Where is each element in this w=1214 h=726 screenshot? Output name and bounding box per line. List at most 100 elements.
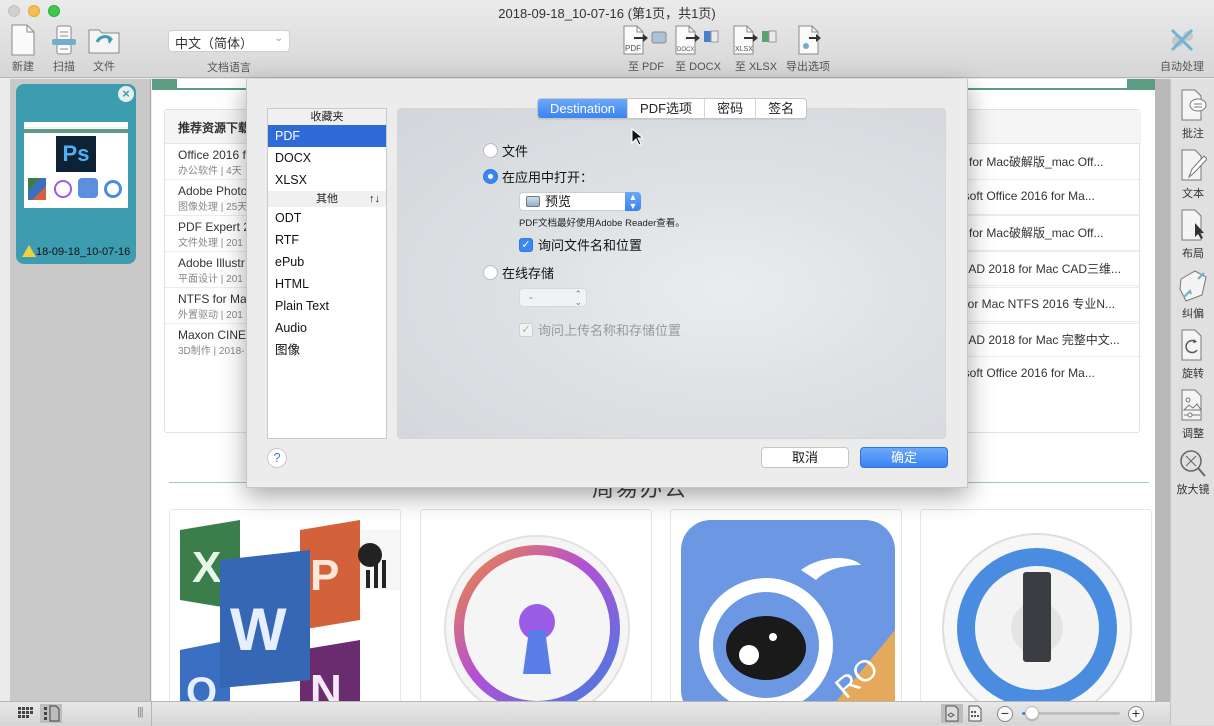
radio-online-label: 在线存储: [502, 266, 555, 281]
format-item-image[interactable]: 图像: [268, 339, 386, 361]
zoom-slider[interactable]: [1022, 706, 1120, 720]
tab-password[interactable]: 密码: [704, 99, 755, 118]
tab-pdf-options[interactable]: PDF选项: [627, 99, 704, 118]
app-select[interactable]: 预览 ▲ ▼: [519, 192, 641, 211]
grid-view-icon: [18, 707, 33, 718]
office-suite-icon: X P O N W: [180, 520, 400, 701]
radio-button[interactable]: [483, 143, 498, 158]
format-item-pdf[interactable]: PDF: [268, 125, 386, 147]
remove-page-icon[interactable]: ×: [118, 86, 134, 102]
deskew-icon: [1179, 270, 1207, 302]
text-view-button[interactable]: [964, 704, 986, 723]
list-item[interactable]: S for Mac NTFS 2016 专业N...: [945, 286, 1141, 322]
zoom-in-button[interactable]: +: [1128, 706, 1144, 722]
ask-filename-checkbox[interactable]: ✓ 询问文件名和位置: [519, 235, 642, 254]
radio-open-in-app[interactable]: 在应用中打开：: [483, 167, 593, 186]
favorites-header: 收藏夹: [268, 109, 386, 125]
file-button[interactable]: 文件: [88, 24, 120, 74]
radio-open-in-app-label: 在应用中打开：: [502, 170, 594, 185]
new-document-icon: [11, 24, 35, 56]
page-list-view-button[interactable]: [40, 704, 62, 723]
toolbar: 2018-09-18_10-07-16 (第1页，共1页) 新建 扫描 文件 中…: [0, 0, 1214, 78]
list-item[interactable]: rosoft Office 2016 for Ma...: [945, 180, 1141, 215]
radio-file[interactable]: 文件: [483, 141, 528, 160]
page-thumbnail[interactable]: × Ps 18-09-18_10-07-16: [16, 84, 136, 264]
export-pdf-button[interactable]: PDF 至 PDF: [622, 24, 670, 74]
list-item[interactable]: ce for Mac破解版_mac Off...: [945, 144, 1141, 180]
format-item-rtf[interactable]: RTF: [268, 229, 386, 251]
zoom-slider-knob[interactable]: [1024, 706, 1039, 720]
keyhole-app-icon: [444, 535, 630, 701]
magnifier-tool[interactable]: 放大镜: [1171, 449, 1214, 497]
svg-text:DOCX: DOCX: [677, 47, 694, 53]
list-item[interactable]: rosoft Office 2016 for Ma...: [945, 357, 1141, 393]
svg-text:PDF: PDF: [625, 44, 641, 53]
export-xlsx-button[interactable]: XLSX 至 XLSX: [732, 24, 780, 74]
export-pdf-label: 至 PDF: [627, 61, 665, 73]
chevron-down-icon: ⌄: [274, 33, 283, 44]
svg-text:XLSX: XLSX: [735, 46, 753, 53]
language-caption: 文档语言: [207, 62, 251, 74]
export-settings-dialog: 收藏夹 PDF DOCX XLSX 其他 ↑↓ ODT RTF ePub HTML…: [246, 79, 968, 488]
radio-file-label: 文件: [502, 144, 529, 159]
text-tool[interactable]: 文本: [1171, 149, 1214, 201]
format-item-html[interactable]: HTML: [268, 273, 386, 295]
app-window: 2018-09-18_10-07-16 (第1页，共1页) 新建 扫描 文件 中…: [0, 0, 1214, 726]
scan-button[interactable]: 扫描: [50, 24, 78, 74]
app-card-1password[interactable]: [920, 509, 1152, 701]
list-item[interactable]: oCAD 2018 for Mac CAD三维...: [945, 251, 1141, 286]
annotate-tool[interactable]: 批注: [1171, 89, 1214, 141]
image-view-button[interactable]: [941, 704, 963, 723]
checkbox-checked-icon[interactable]: ✓: [519, 237, 533, 252]
radio-online-storage[interactable]: 在线存储: [483, 263, 554, 282]
radio-button[interactable]: [483, 265, 498, 280]
grid-view-button[interactable]: [14, 704, 36, 723]
export-options-icon: [798, 25, 821, 55]
auto-process-button[interactable]: 自动处理: [1160, 24, 1204, 74]
svg-text:W: W: [230, 596, 287, 663]
magnifier-icon: [1180, 450, 1206, 477]
app-card-keyhole[interactable]: [420, 509, 652, 701]
ask-upload-label: 询问上传名称和存储位置: [538, 323, 682, 338]
mouse-cursor-icon: [631, 128, 643, 146]
ask-upload-checkbox: ✓ 询问上传名称和存储位置: [519, 320, 681, 339]
page-thumbnail-image: Ps: [24, 122, 128, 208]
tab-signature[interactable]: 签名: [755, 99, 806, 118]
page-list-view-icon: [44, 705, 60, 722]
export-docx-button[interactable]: DOCX 至 DOCX: [674, 24, 722, 74]
zoom-out-button[interactable]: −: [997, 706, 1013, 722]
sort-icon[interactable]: ↑↓: [369, 191, 380, 207]
new-label: 新建: [12, 61, 34, 73]
preview-app-icon: [526, 196, 540, 207]
export-xlsx-label: 至 XLSX: [734, 61, 778, 73]
format-item-plain-text[interactable]: Plain Text: [268, 295, 386, 317]
new-button[interactable]: 新建: [10, 24, 36, 74]
list-item[interactable]: ce for Mac破解版_mac Off...: [945, 215, 1141, 251]
status-bar: ||| − +: [0, 701, 1170, 726]
format-item-docx[interactable]: DOCX: [268, 147, 386, 169]
layout-tool[interactable]: 布局: [1171, 209, 1214, 261]
svg-text:X: X: [192, 543, 221, 592]
sidebar-resize-handle[interactable]: |||: [137, 706, 144, 718]
tab-destination[interactable]: Destination: [538, 99, 628, 118]
app-card-itools[interactable]: RO: [670, 509, 902, 701]
format-item-audio[interactable]: Audio: [268, 317, 386, 339]
format-item-xlsx[interactable]: XLSX: [268, 169, 386, 191]
folder-import-icon: [88, 29, 120, 54]
cancel-button[interactable]: 取消: [761, 447, 849, 468]
app-card-office[interactable]: X P O N W: [169, 509, 401, 701]
others-header: 其他 ↑↓: [268, 191, 386, 207]
format-item-epub[interactable]: ePub: [268, 251, 386, 273]
export-options-button[interactable]: 导出选项: [786, 24, 830, 74]
format-item-odt[interactable]: ODT: [268, 207, 386, 229]
window-title: 2018-09-18_10-07-16 (第1页，共1页): [498, 6, 716, 21]
list-item[interactable]: oCAD 2018 for Mac 完整中文...: [945, 322, 1141, 357]
layout-icon: [1181, 209, 1204, 241]
help-button[interactable]: ?: [267, 448, 287, 468]
document-language-select[interactable]: 中文（简体） ⌄: [168, 30, 290, 52]
ok-button[interactable]: 确定: [860, 447, 948, 468]
adjust-tool[interactable]: 调整: [1171, 389, 1214, 441]
deskew-tool[interactable]: 纠偏: [1171, 269, 1214, 321]
radio-button-selected[interactable]: [483, 169, 498, 184]
rotate-tool[interactable]: 旋转: [1171, 329, 1214, 381]
